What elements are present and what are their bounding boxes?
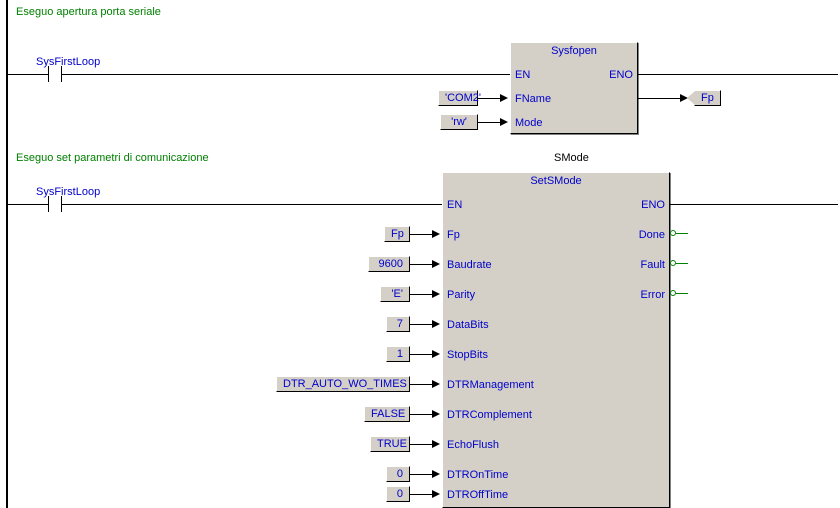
output-done: Done bbox=[639, 229, 665, 241]
input-fp: Fp bbox=[447, 229, 460, 241]
wire bbox=[8, 204, 48, 205]
param-parity[interactable]: 'E' bbox=[380, 286, 410, 302]
output-wire bbox=[676, 263, 688, 264]
output-error: Error bbox=[641, 289, 665, 301]
block-title: SetSMode bbox=[443, 173, 669, 189]
contact-symbol[interactable] bbox=[48, 66, 62, 82]
function-block-sysfopen[interactable]: Sysfopen EN ENO FName Mode bbox=[510, 42, 638, 134]
input-dtrmgmt: DTRManagement bbox=[447, 379, 534, 391]
wire bbox=[62, 204, 442, 205]
output-fault: Fault bbox=[641, 259, 665, 271]
param-stopbits[interactable]: 1 bbox=[386, 346, 410, 362]
input-stopbits: StopBits bbox=[447, 349, 488, 361]
wire bbox=[638, 74, 838, 75]
instance-label: SMode bbox=[554, 152, 589, 164]
input-parity: Parity bbox=[447, 289, 475, 301]
input-databits: DataBits bbox=[447, 319, 489, 331]
power-rail bbox=[6, 0, 8, 508]
param-dtrofftime[interactable]: 0 bbox=[386, 486, 410, 502]
contact-label: SysFirstLoop bbox=[36, 56, 100, 68]
output-wire bbox=[676, 293, 688, 294]
output-eno: ENO bbox=[641, 199, 665, 211]
wire bbox=[62, 74, 510, 75]
param-mode[interactable]: 'rw' bbox=[440, 114, 478, 130]
param-dtrcomp[interactable]: FALSE bbox=[364, 406, 410, 422]
rung-comment: Eseguo set parametri di comunicazione bbox=[16, 152, 209, 164]
input-baudrate: Baudrate bbox=[447, 259, 492, 271]
param-fname[interactable]: 'COM2' bbox=[438, 90, 478, 106]
input-dtrofftime: DTROffTime bbox=[447, 489, 508, 501]
wire bbox=[8, 74, 48, 75]
output-wire bbox=[676, 233, 688, 234]
input-mode: Mode bbox=[515, 117, 543, 129]
input-echoflush: EchoFlush bbox=[447, 439, 499, 451]
function-block-setsmode[interactable]: SetSMode EN ENO Fp Done Baudrate Fault P… bbox=[442, 172, 670, 508]
input-dtrcomp: DTRComplement bbox=[447, 409, 532, 421]
contact-symbol[interactable] bbox=[48, 196, 62, 212]
output-tag-fp[interactable]: Fp bbox=[694, 90, 721, 106]
param-fp[interactable]: Fp bbox=[384, 226, 410, 242]
param-dtrontime[interactable]: 0 bbox=[386, 466, 410, 482]
param-dtrmgmt[interactable]: DTR_AUTO_WO_TIMES bbox=[276, 376, 410, 392]
block-title: Sysfopen bbox=[511, 43, 637, 59]
contact-label: SysFirstLoop bbox=[36, 186, 100, 198]
input-dtrontime: DTROnTime bbox=[447, 469, 508, 481]
input-en: EN bbox=[447, 199, 462, 211]
wire bbox=[670, 204, 838, 205]
rung-comment: Eseguo apertura porta seriale bbox=[16, 6, 161, 18]
output-eno: ENO bbox=[609, 69, 633, 81]
input-en: EN bbox=[515, 69, 530, 81]
param-echoflush[interactable]: TRUE bbox=[370, 436, 410, 452]
input-fname: FName bbox=[515, 93, 551, 105]
param-databits[interactable]: 7 bbox=[386, 316, 410, 332]
param-baudrate[interactable]: 9600 bbox=[368, 256, 410, 272]
